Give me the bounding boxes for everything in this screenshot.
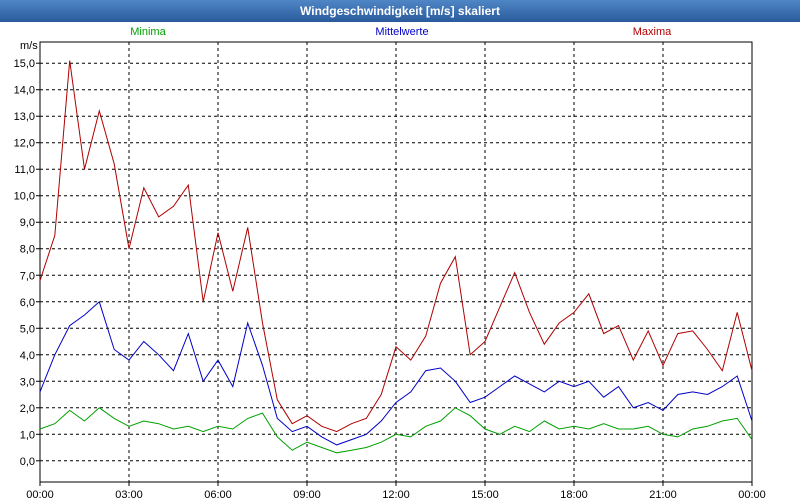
y-tick-label: 5,0 [20, 323, 35, 335]
y-tick-label: 9,0 [20, 217, 35, 229]
y-tick-label: 2,0 [20, 403, 35, 415]
y-tick-label: 14,0 [14, 85, 35, 97]
legend: Minima Mittelwerte Maxima [130, 26, 672, 38]
x-tick-time: 03:00 [115, 489, 143, 500]
y-tick-label: 7,0 [20, 270, 35, 282]
y-tick-label: 0,0 [20, 456, 35, 468]
y-tick-label: 11,0 [14, 164, 35, 176]
y-tick-label: 10,0 [14, 191, 35, 203]
x-tick-time: 09:00 [293, 489, 321, 500]
x-tick-time: 18:00 [560, 489, 588, 500]
y-tick-label: 13,0 [14, 111, 35, 123]
chart-title: Windgeschwindigkeit [m/s] skaliert [0, 0, 800, 22]
x-tick-time: 06:00 [204, 489, 232, 500]
x-tick-time: 21:00 [649, 489, 677, 500]
y-axis: 15,0 14,0 13,0 12,0 11,0 10,0 9,0 8,0 7,0 6,0 5,0 4… [14, 58, 40, 468]
legend-entry-mittelwerte: Mittelwerte [375, 26, 428, 38]
y-tick-label: 8,0 [20, 244, 35, 256]
x-tick-time: 15:00 [471, 489, 499, 500]
line-chart: 15,0 14,0 13,0 12,0 11,0 10,0 9,0 8,0 7,0 6,0 5,0 4… [14, 26, 766, 500]
x-tick-time: 00:00 [738, 489, 766, 500]
legend-entry-maxima: Maxima [633, 26, 672, 38]
legend-entry-minima: Minima [130, 26, 166, 38]
y-tick-label: 15,0 [14, 58, 35, 70]
y-tick-label: 1,0 [20, 429, 35, 441]
y-axis-label: m/s [20, 40, 38, 52]
y-tick-label: 12,0 [14, 138, 35, 150]
x-tick-time: 12:00 [382, 489, 410, 500]
y-tick-label: 4,0 [20, 350, 35, 362]
y-tick-label: 6,0 [20, 297, 35, 309]
y-tick-label: 3,0 [20, 376, 35, 388]
x-axis: 00:0002.01.1203:0002.01.1206:0002.01.120… [26, 482, 766, 500]
x-tick-time: 00:00 [26, 489, 54, 500]
